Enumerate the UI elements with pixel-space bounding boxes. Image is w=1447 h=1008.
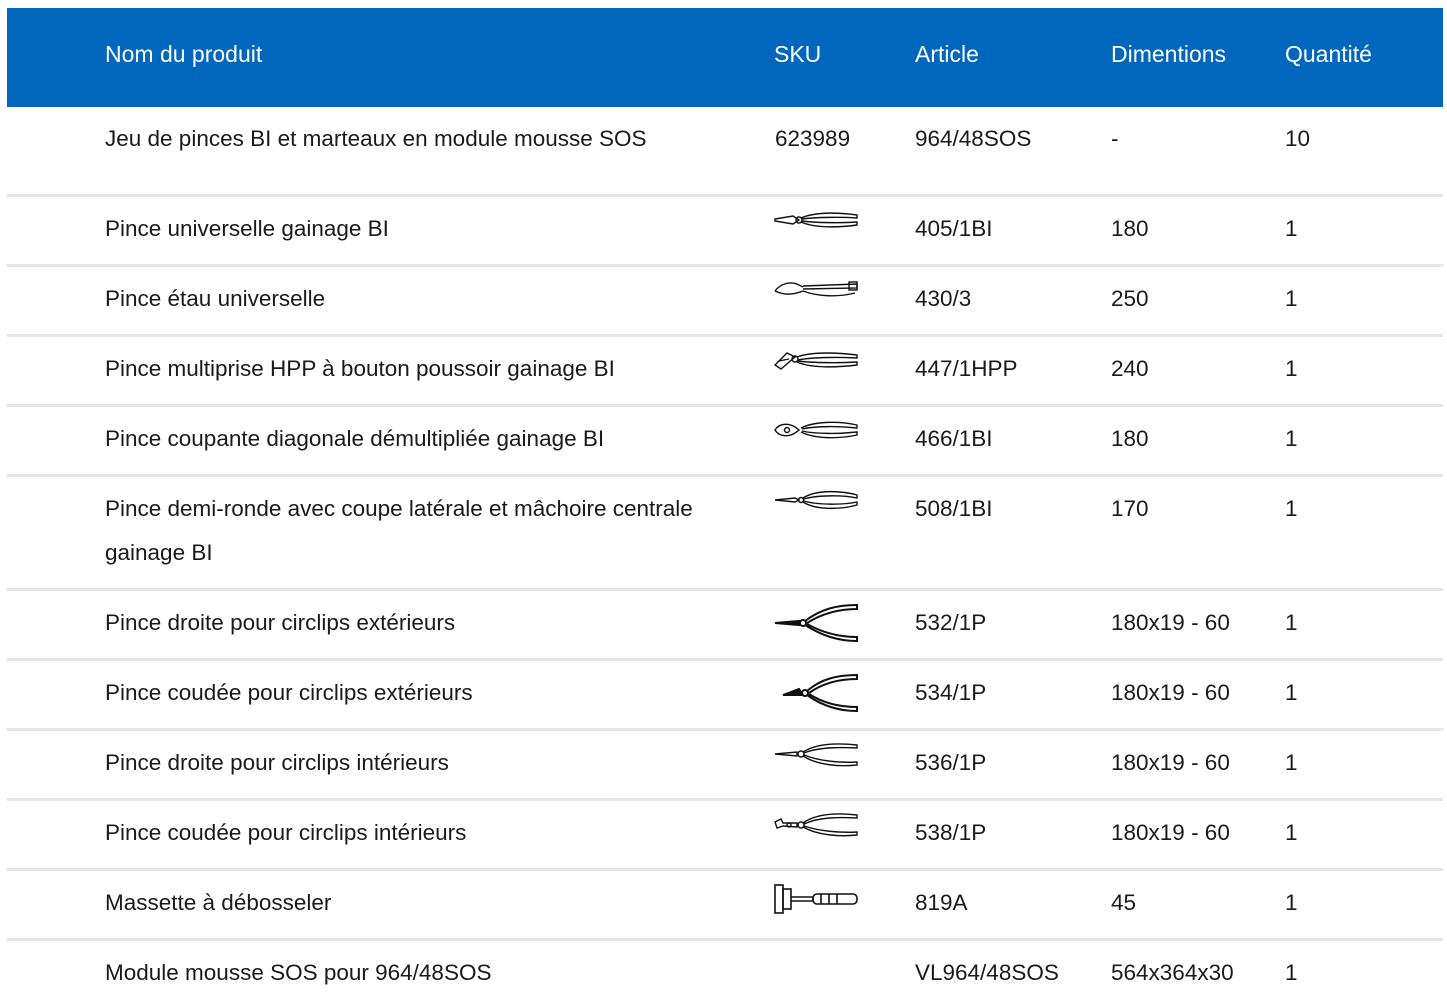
product-name: Pince droite pour circlips extérieurs: [105, 610, 456, 635]
product-dimensions: 250: [1111, 286, 1149, 311]
product-article: 536/1P: [915, 750, 987, 775]
product-dimensions: 180x19 - 60: [1111, 680, 1230, 705]
product-name: Module mousse SOS pour 964/48SOS: [105, 960, 492, 985]
product-name: Pince droite pour circlips intérieurs: [105, 750, 449, 775]
product-quantity: 1: [1285, 820, 1298, 845]
bent-internal-circlip-pliers-icon: [773, 811, 859, 839]
product-dimensions: 564x364x30: [1111, 960, 1234, 985]
product-quantity: 1: [1285, 426, 1298, 451]
product-article: 466/1BI: [915, 426, 993, 451]
column-header-name[interactable]: Nom du produit: [105, 39, 745, 69]
table-header: Nom du produit SKU Article Dimentions Qu…: [7, 8, 1443, 107]
product-quantity: 1: [1285, 356, 1298, 381]
product-table: Nom du produit SKU Article Dimentions Qu…: [7, 8, 1443, 1008]
product-quantity: 1: [1285, 216, 1298, 241]
product-article: 532/1P: [915, 610, 987, 635]
column-header-sku[interactable]: SKU: [774, 39, 884, 69]
column-header-dimensions[interactable]: Dimentions: [1111, 39, 1281, 69]
dead-blow-mallet-icon: [773, 883, 859, 915]
table-row[interactable]: Module mousse SOS pour 964/48SOS VL964/4…: [7, 941, 1443, 1008]
product-article: 964/48SOS: [915, 126, 1032, 151]
table-row[interactable]: Pince droite pour circlips extérieurs 53…: [7, 591, 1443, 661]
product-name: Pince coudée pour circlips extérieurs: [105, 680, 473, 705]
product-article: 538/1P: [915, 820, 987, 845]
product-article: 405/1BI: [915, 216, 993, 241]
product-article: 430/3: [915, 286, 972, 311]
slip-joint-pliers-icon: [773, 347, 859, 375]
table-row[interactable]: Pince demi-ronde avec coupe latérale et …: [7, 477, 1443, 591]
product-quantity: 10: [1285, 126, 1311, 151]
product-quantity: 1: [1285, 890, 1298, 915]
product-quantity: 1: [1285, 750, 1298, 775]
table-row[interactable]: Pince coudée pour circlips extérieurs 53…: [7, 661, 1443, 731]
table-row[interactable]: Pince étau universelle 430/3 250 1: [7, 267, 1443, 337]
table-row[interactable]: Pince coupante diagonale démultipliée ga…: [7, 407, 1443, 477]
table-row[interactable]: Pince droite pour circlips intérieurs 53…: [7, 731, 1443, 801]
product-name: Jeu de pinces BI et marteaux en module m…: [105, 126, 647, 151]
product-dimensions: 170: [1111, 496, 1149, 521]
product-quantity: 1: [1285, 496, 1298, 521]
column-header-article[interactable]: Article: [915, 39, 1105, 69]
product-name: Pince étau universelle: [105, 286, 326, 311]
product-name: Pince demi-ronde avec coupe latérale et …: [105, 496, 693, 565]
column-header-quantity[interactable]: Quantité: [1285, 39, 1385, 69]
product-dimensions: 180: [1111, 426, 1149, 451]
product-article: 508/1BI: [915, 496, 993, 521]
product-dimensions: 180: [1111, 216, 1149, 241]
product-dimensions: 180x19 - 60: [1111, 820, 1230, 845]
product-name: Pince multiprise HPP à bouton poussoir g…: [105, 356, 615, 381]
diagonal-cutter-icon: [773, 417, 859, 445]
table-row[interactable]: Pince coudée pour circlips intérieurs 53…: [7, 801, 1443, 871]
product-name: Pince coupante diagonale démultipliée ga…: [105, 426, 605, 451]
product-article: 819A: [915, 890, 968, 915]
product-article: 447/1HPP: [915, 356, 1018, 381]
product-dimensions: 45: [1111, 890, 1137, 915]
product-quantity: 1: [1285, 286, 1298, 311]
half-round-pliers-icon: [773, 487, 859, 515]
product-dimensions: 180x19 - 60: [1111, 750, 1230, 775]
product-dimensions: -: [1111, 126, 1119, 151]
product-dimensions: 180x19 - 60: [1111, 610, 1230, 635]
table-row[interactable]: Jeu de pinces BI et marteaux en module m…: [7, 107, 1443, 197]
table-row[interactable]: Pince multiprise HPP à bouton poussoir g…: [7, 337, 1443, 407]
combination-pliers-icon: [773, 207, 859, 235]
product-quantity: 1: [1285, 610, 1298, 635]
product-name: Pince universelle gainage BI: [105, 216, 389, 241]
straight-external-circlip-pliers-icon: [773, 603, 859, 643]
straight-internal-circlip-pliers-icon: [773, 741, 859, 769]
product-sku: 623989: [775, 126, 851, 151]
product-name: Pince coudée pour circlips intérieurs: [105, 820, 467, 845]
bent-external-circlip-pliers-icon: [773, 673, 859, 713]
table-row[interactable]: Pince universelle gainage BI 405/1BI 180…: [7, 197, 1443, 267]
locking-pliers-icon: [773, 277, 859, 305]
product-quantity: 1: [1285, 680, 1298, 705]
product-article: 534/1P: [915, 680, 987, 705]
product-name: Massette à débosseler: [105, 890, 332, 915]
product-quantity: 1: [1285, 960, 1298, 985]
product-article: VL964/48SOS: [915, 960, 1059, 985]
product-dimensions: 240: [1111, 356, 1149, 381]
table-row[interactable]: Massette à débosseler 819A 45 1: [7, 871, 1443, 941]
